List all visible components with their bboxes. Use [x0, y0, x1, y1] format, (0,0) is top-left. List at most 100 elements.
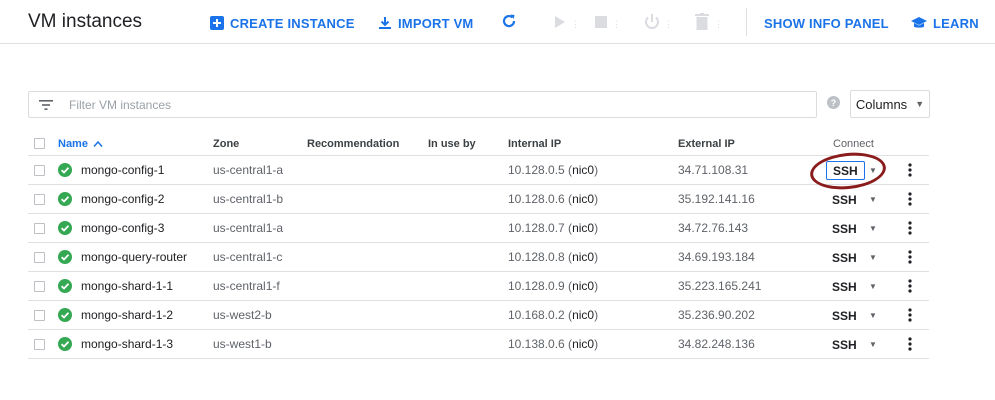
- instance-name-link[interactable]: mongo-config-2: [81, 192, 164, 206]
- instance-name-link[interactable]: mongo-shard-1-1: [81, 279, 173, 293]
- columns-label: Columns: [855, 96, 908, 112]
- column-header-recommendation[interactable]: Recommendation: [307, 132, 399, 155]
- row-checkbox[interactable]: [34, 185, 45, 213]
- nic-link[interactable]: nic0: [572, 250, 594, 264]
- nic-open-paren: (: [564, 337, 573, 351]
- svg-text:?: ?: [831, 98, 837, 108]
- column-header-in-use-by[interactable]: In use by: [428, 132, 476, 155]
- ssh-dropdown-caret-icon[interactable]: ▼: [869, 214, 877, 242]
- trash-icon[interactable]: [695, 13, 709, 30]
- ssh-button[interactable]: SSH: [826, 190, 863, 209]
- create-instance-button[interactable]: CREATE INSTANCE: [210, 13, 355, 33]
- more-vert-icon[interactable]: [908, 156, 912, 184]
- nic-open-paren: (: [564, 279, 573, 293]
- ssh-button[interactable]: SSH: [826, 161, 865, 180]
- internal-ip-value: 10.128.0.5: [508, 163, 565, 177]
- nic-close-paren: ): [594, 250, 599, 264]
- toolbar: VM instances CREATE INSTANCE IMPORT VM ⋮…: [0, 0, 995, 44]
- stop-caret-icon: ⋮: [612, 19, 621, 29]
- row-checkbox[interactable]: [34, 156, 45, 184]
- more-vert-icon[interactable]: [908, 243, 912, 271]
- check-circle-icon: [58, 221, 72, 235]
- table-row: mongo-config-2 us-central1-b 10.128.0.6 (n…: [28, 185, 929, 214]
- columns-button[interactable]: Columns ▼: [850, 90, 930, 118]
- ssh-dropdown-caret-icon[interactable]: ▼: [869, 243, 877, 271]
- column-header-zone[interactable]: Zone: [213, 132, 239, 155]
- nic-close-paren: ): [594, 279, 599, 293]
- select-all-checkbox[interactable]: [34, 132, 45, 155]
- learn-button[interactable]: LEARN: [911, 13, 979, 33]
- instance-name-link[interactable]: mongo-config-3: [81, 221, 164, 235]
- nic-link[interactable]: nic0: [572, 308, 594, 322]
- external-ip-cell: 34.72.76.143: [678, 221, 749, 235]
- nic-link[interactable]: nic0: [572, 337, 594, 351]
- play-icon[interactable]: [554, 15, 566, 29]
- internal-ip-cell: 10.138.0.6 (nic0): [508, 330, 598, 358]
- instance-name-link[interactable]: mongo-query-router: [81, 250, 187, 264]
- more-vert-icon[interactable]: [908, 301, 912, 329]
- power-icon[interactable]: [643, 13, 661, 31]
- ssh-dropdown-caret-icon[interactable]: ▼: [869, 330, 877, 358]
- ssh-dropdown-caret-icon[interactable]: ▼: [869, 185, 877, 213]
- nic-link[interactable]: nic0: [572, 192, 594, 206]
- more-vert-icon[interactable]: [908, 185, 912, 213]
- more-vert-icon[interactable]: [908, 272, 912, 300]
- row-checkbox[interactable]: [34, 214, 45, 242]
- ssh-button[interactable]: SSH: [826, 248, 863, 267]
- check-circle-icon: [58, 337, 72, 351]
- ssh-button[interactable]: SSH: [826, 219, 863, 238]
- stop-icon[interactable]: [595, 16, 607, 28]
- trash-caret-icon: ⋮: [714, 19, 723, 29]
- filter-input[interactable]: [67, 96, 767, 113]
- filter-list-icon: [39, 99, 53, 110]
- row-checkbox[interactable]: [34, 243, 45, 271]
- internal-ip-value: 10.168.0.2: [508, 308, 565, 322]
- nic-link[interactable]: nic0: [572, 163, 594, 177]
- vm-instances-table: Name Zone Recommendation In use by Inter…: [28, 132, 929, 359]
- help-icon[interactable]: ?: [827, 96, 840, 114]
- external-ip-cell: 35.236.90.202: [678, 308, 755, 322]
- nic-link[interactable]: nic0: [572, 279, 594, 293]
- table-header-row: Name Zone Recommendation In use by Inter…: [28, 132, 929, 156]
- instance-name-cell: mongo-config-1: [58, 156, 164, 184]
- column-header-name[interactable]: Name: [58, 132, 103, 155]
- ssh-button[interactable]: SSH: [826, 277, 863, 296]
- check-circle-icon: [58, 279, 72, 293]
- more-vert-icon[interactable]: [908, 214, 912, 242]
- ssh-button[interactable]: SSH: [826, 306, 863, 325]
- toolbar-divider: [746, 8, 747, 36]
- internal-ip-cell: 10.128.0.7 (nic0): [508, 214, 598, 242]
- zone-cell: us-central1-a: [213, 163, 284, 177]
- nic-open-paren: (: [564, 308, 573, 322]
- more-vert-icon[interactable]: [908, 330, 912, 358]
- column-header-external-ip[interactable]: External IP: [678, 132, 735, 155]
- instance-name-link[interactable]: mongo-shard-1-2: [81, 308, 173, 322]
- column-header-internal-ip[interactable]: Internal IP: [508, 132, 561, 155]
- internal-ip-cell: 10.128.0.8 (nic0): [508, 243, 598, 271]
- column-header-connect: Connect: [833, 137, 874, 150]
- check-circle-icon: [58, 192, 72, 206]
- internal-ip-value: 10.128.0.7: [508, 221, 565, 235]
- ssh-dropdown-caret-icon[interactable]: ▼: [869, 301, 877, 329]
- zone-cell: us-west2-b: [213, 308, 272, 322]
- row-checkbox[interactable]: [34, 330, 45, 358]
- internal-ip-value: 10.128.0.6: [508, 192, 565, 206]
- refresh-icon[interactable]: [500, 12, 518, 30]
- instance-name-link[interactable]: mongo-config-1: [81, 163, 164, 177]
- filter-bar: [28, 91, 817, 118]
- zone-cell: us-central1-b: [213, 192, 284, 206]
- zone-cell: us-central1-c: [213, 250, 283, 264]
- ssh-dropdown-caret-icon[interactable]: ▼: [869, 156, 877, 184]
- internal-ip-cell: 10.128.0.6 (nic0): [508, 185, 598, 213]
- nic-link[interactable]: nic0: [572, 221, 594, 235]
- sort-ascending-icon: [93, 140, 103, 147]
- instance-name-link[interactable]: mongo-shard-1-3: [81, 337, 173, 351]
- ssh-dropdown-caret-icon[interactable]: ▼: [869, 272, 877, 300]
- import-vm-button[interactable]: IMPORT VM: [378, 13, 473, 33]
- play-caret-icon: ⋮: [571, 19, 580, 29]
- row-checkbox[interactable]: [34, 301, 45, 329]
- show-info-panel-button[interactable]: SHOW INFO PANEL: [764, 13, 889, 33]
- row-checkbox[interactable]: [34, 272, 45, 300]
- create-instance-label: CREATE INSTANCE: [230, 15, 355, 31]
- ssh-button[interactable]: SSH: [826, 335, 863, 354]
